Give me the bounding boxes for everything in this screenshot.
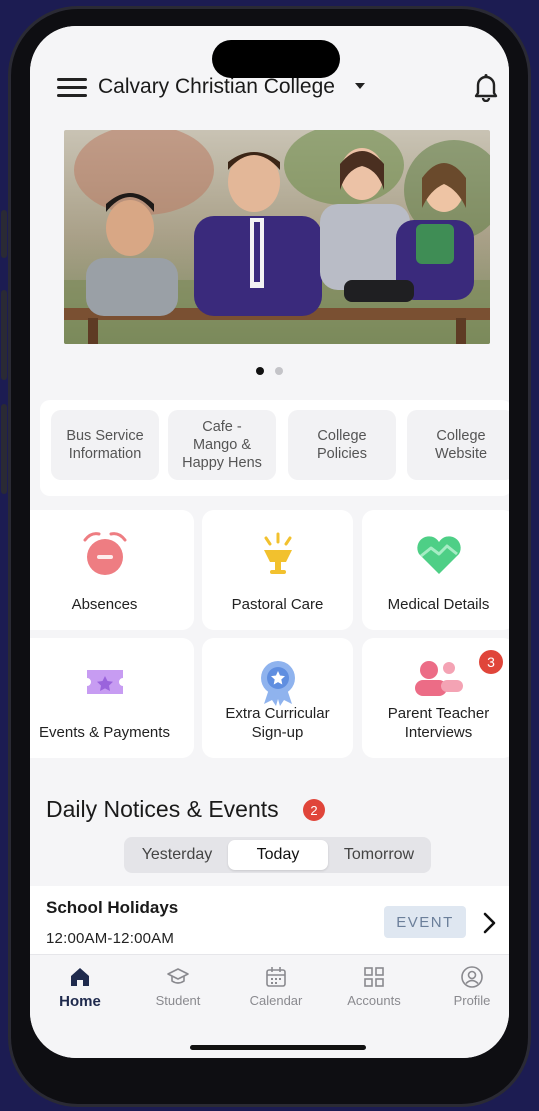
phone-side-button [1, 210, 7, 258]
award-ribbon-icon [260, 661, 295, 706]
tile-label: Parent Teacher Interviews [387, 705, 490, 741]
event-list-item[interactable]: School Holidays 12:00AM-12:00AM EVENT [30, 886, 509, 956]
school-selector[interactable]: Calvary Christian College [98, 75, 335, 99]
quick-link-college-policies[interactable]: College Policies [288, 410, 396, 480]
notification-badge: 3 [479, 650, 503, 674]
tab-tomorrow[interactable]: Tomorrow [330, 840, 428, 870]
grid-icon [364, 967, 384, 987]
tab-today[interactable]: Today [228, 840, 328, 870]
menu-icon[interactable] [57, 78, 87, 98]
tile-label: Extra Curricular Sign-up [225, 705, 330, 741]
bottom-tab-bar: Home Student Calendar Accounts Profile [30, 954, 509, 1058]
section-title: Daily Notices & Events [46, 796, 279, 822]
quick-link-cafe[interactable]: Cafe - Mango & Happy Hens [168, 410, 276, 480]
home-indicator[interactable] [190, 1045, 366, 1050]
home-icon [71, 968, 89, 986]
carousel-dot-active[interactable] [256, 367, 265, 375]
nav-tab-accounts[interactable]: Accounts [334, 961, 414, 1017]
tile-medical-details[interactable]: Medical Details [362, 510, 509, 630]
dynamic-island [212, 40, 340, 78]
tile-pastoral-care[interactable]: Pastoral Care [202, 510, 353, 630]
tile-extra-curricular[interactable]: Extra Curricular Sign-up [202, 638, 353, 758]
tile-label: Pastoral Care [231, 596, 324, 613]
carousel-dot[interactable] [274, 367, 283, 375]
nav-tab-profile[interactable]: Profile [432, 961, 509, 1017]
day-segmented-control: Yesterday Today Tomorrow [124, 837, 431, 873]
ticket-icon [86, 670, 123, 694]
people-icon [414, 661, 463, 696]
tile-absences[interactable]: Absences [30, 510, 194, 630]
banner-photo[interactable] [64, 130, 490, 344]
tile-label: Events & Payments [39, 724, 170, 741]
tile-label: Absences [71, 596, 138, 613]
heart-icon [416, 536, 461, 574]
quick-link-college-website[interactable]: College Website [407, 410, 509, 480]
notices-count-badge: 2 [303, 799, 325, 821]
phone-side-button [1, 290, 7, 380]
caret-down-icon[interactable] [355, 83, 365, 89]
nav-tab-student[interactable]: Student [138, 961, 218, 1017]
event-type-tag: EVENT [384, 906, 466, 938]
profile-icon [461, 966, 483, 988]
chevron-right-icon[interactable] [482, 912, 496, 934]
nav-tab-home[interactable]: Home [40, 961, 120, 1017]
event-title: School Holidays [46, 898, 179, 917]
bell-icon[interactable] [472, 72, 500, 102]
nav-tab-label: Home [59, 993, 101, 1010]
app-screen: Calvary Christian College Bus Service In… [30, 26, 509, 1058]
nav-tab-label: Student [155, 993, 201, 1008]
nav-tab-label: Accounts [347, 993, 401, 1008]
tile-events-payments[interactable]: Events & Payments [30, 638, 194, 758]
nav-tab-label: Profile [453, 993, 491, 1008]
calendar-icon [266, 967, 286, 987]
tab-yesterday[interactable]: Yesterday [128, 840, 226, 870]
carousel-dots [30, 362, 509, 380]
quick-links-bar: Bus Service Information Cafe - Mango & H… [40, 400, 509, 496]
event-time: 12:00AM-12:00AM [46, 930, 175, 947]
trophy-icon [263, 532, 292, 574]
nav-tab-calendar[interactable]: Calendar [236, 961, 316, 1017]
tile-label: Medical Details [387, 596, 490, 613]
quick-link-bus-service[interactable]: Bus Service Information [51, 410, 159, 480]
phone-side-button [1, 404, 7, 494]
tile-parent-teacher-interviews[interactable]: 3 Parent Teacher Interviews [362, 638, 509, 758]
alarm-clock-icon [83, 532, 126, 575]
graduation-cap-icon [167, 968, 189, 984]
nav-tab-label: Calendar [249, 993, 303, 1008]
